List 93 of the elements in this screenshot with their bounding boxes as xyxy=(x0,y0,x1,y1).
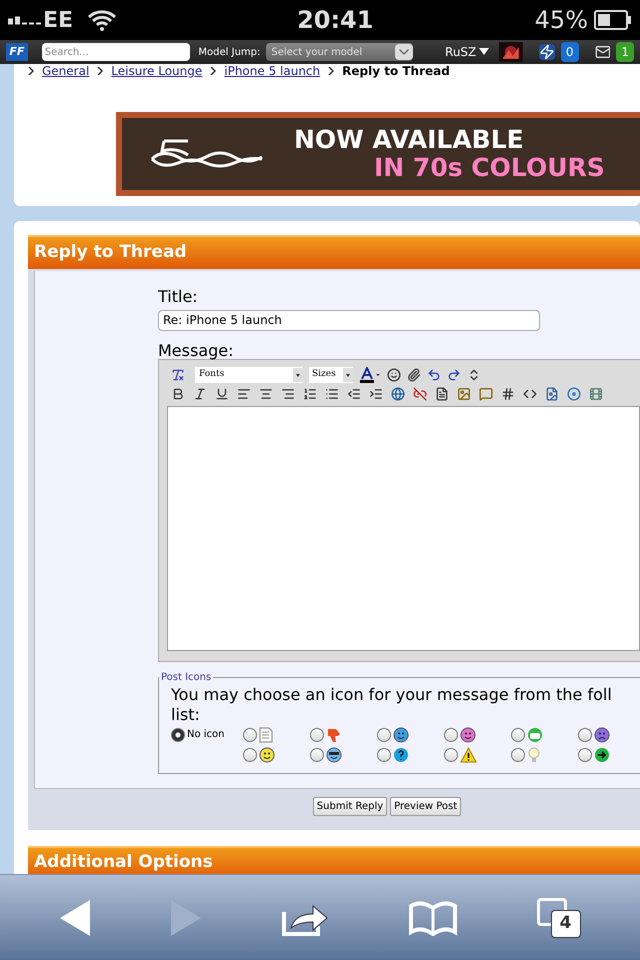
underline-icon[interactable] xyxy=(215,387,229,401)
battery-percentage: 45% xyxy=(534,5,588,36)
disc-icon[interactable] xyxy=(567,387,581,401)
redo-icon[interactable] xyxy=(447,368,461,382)
smiley-icon xyxy=(460,727,476,743)
banner-headline: NOW AVAILABLE xyxy=(294,126,525,154)
unlink-icon[interactable] xyxy=(413,387,427,401)
smiley-icon[interactable] xyxy=(387,368,401,382)
globe-link-icon[interactable] xyxy=(391,387,405,401)
clock-time: 20:41 xyxy=(297,5,374,36)
align-center-icon[interactable] xyxy=(259,387,273,401)
size-select[interactable]: Sizes xyxy=(309,367,353,383)
radio-button[interactable] xyxy=(511,728,525,742)
lightbulb-icon xyxy=(527,747,541,763)
sunglasses-face-icon xyxy=(326,747,342,763)
question-icon xyxy=(393,747,409,763)
caret-icon xyxy=(343,368,353,382)
no-icon-label: No icon xyxy=(187,728,225,742)
hash-icon[interactable] xyxy=(501,387,515,401)
align-left-icon[interactable] xyxy=(237,387,251,401)
italic-icon[interactable] xyxy=(193,387,207,401)
notification-badge[interactable]: 0 xyxy=(560,42,579,62)
image-icon[interactable] xyxy=(457,387,471,401)
title-label: Title: xyxy=(158,287,199,307)
preview-post-button[interactable]: Preview Post xyxy=(390,797,462,816)
file-icon[interactable] xyxy=(545,387,559,401)
video-icon[interactable] xyxy=(589,387,603,401)
indent-icon[interactable] xyxy=(369,387,383,401)
battery-icon xyxy=(594,10,632,30)
message-label: Message: xyxy=(158,341,235,361)
radio-button[interactable] xyxy=(310,728,324,742)
radio-button[interactable] xyxy=(377,748,391,762)
tabs-button[interactable]: 4 xyxy=(536,898,581,938)
chevron-icon xyxy=(97,67,104,75)
message-field[interactable] xyxy=(167,406,640,651)
caret-icon xyxy=(479,48,490,56)
radio-button[interactable] xyxy=(171,728,185,742)
breadcrumb-current: Reply to Thread xyxy=(342,64,450,78)
back-arrow-icon[interactable] xyxy=(59,898,92,936)
section-header: Additional Options xyxy=(28,846,640,874)
lightning-icon[interactable] xyxy=(539,44,555,60)
numbered-list-icon[interactable] xyxy=(303,387,317,401)
outdent-icon[interactable] xyxy=(347,387,361,401)
grinning-face-icon xyxy=(527,727,543,743)
title-field[interactable]: Re: iPhone 5 launch xyxy=(158,310,540,330)
radio-button[interactable] xyxy=(578,748,592,762)
chevron-icon xyxy=(328,67,334,75)
wifi-icon xyxy=(87,9,118,31)
caret-icon xyxy=(395,44,414,60)
code-icon[interactable] xyxy=(523,387,537,401)
breadcrumb-link[interactable]: General xyxy=(42,64,90,78)
search-field[interactable]: Search... xyxy=(42,43,190,61)
clear-format-icon[interactable] xyxy=(171,368,185,382)
sad-face-icon xyxy=(594,727,610,743)
radio-button[interactable] xyxy=(243,748,257,762)
mail-icon[interactable] xyxy=(594,44,610,60)
radio-button[interactable] xyxy=(243,728,257,742)
smiley-icon xyxy=(393,727,409,743)
align-right-icon[interactable] xyxy=(281,387,295,401)
caret-icon xyxy=(293,368,303,382)
signal-icon xyxy=(8,15,41,25)
font-select[interactable]: Fonts xyxy=(195,367,303,383)
fieldset-legend: Post Icons xyxy=(159,670,214,685)
paperclip-icon[interactable] xyxy=(407,368,421,382)
document-icon[interactable] xyxy=(435,387,449,401)
document-icon xyxy=(259,727,273,743)
warning-icon xyxy=(460,747,477,763)
section-header: Reply to Thread xyxy=(28,235,640,269)
banner-subline: IN 70s COLOURS xyxy=(374,154,605,182)
undo-icon[interactable] xyxy=(427,368,441,382)
radio-button[interactable] xyxy=(444,748,458,762)
submit-reply-button[interactable]: Submit Reply xyxy=(312,797,388,816)
chevron-icon xyxy=(210,67,216,75)
chevron-icon xyxy=(28,67,34,75)
post-icons-prompt: You may choose an icon for your message from the foll list: xyxy=(171,685,613,725)
quote-icon[interactable] xyxy=(479,387,493,401)
thumbs-down-icon xyxy=(326,727,342,743)
bullet-list-icon[interactable] xyxy=(325,387,339,401)
radio-button[interactable] xyxy=(578,728,592,742)
text-color-icon[interactable] xyxy=(359,367,381,383)
carrier-name: EE xyxy=(43,6,74,34)
username-menu[interactable]: RuSZ xyxy=(445,43,490,61)
breadcrumb-link[interactable]: iPhone 5 launch xyxy=(224,64,320,78)
radio-button[interactable] xyxy=(511,748,525,762)
bold-icon[interactable] xyxy=(171,387,185,401)
breadcrumb-link[interactable]: Leisure Lounge xyxy=(111,64,202,78)
radio-button[interactable] xyxy=(444,728,458,742)
radio-button[interactable] xyxy=(377,728,391,742)
radio-button[interactable] xyxy=(310,748,324,762)
smiley-icon xyxy=(259,747,275,763)
model-jump-label: Model Jump: xyxy=(198,46,260,60)
site-logo[interactable]: FF xyxy=(6,43,28,61)
bookmarks-icon[interactable] xyxy=(408,900,458,936)
